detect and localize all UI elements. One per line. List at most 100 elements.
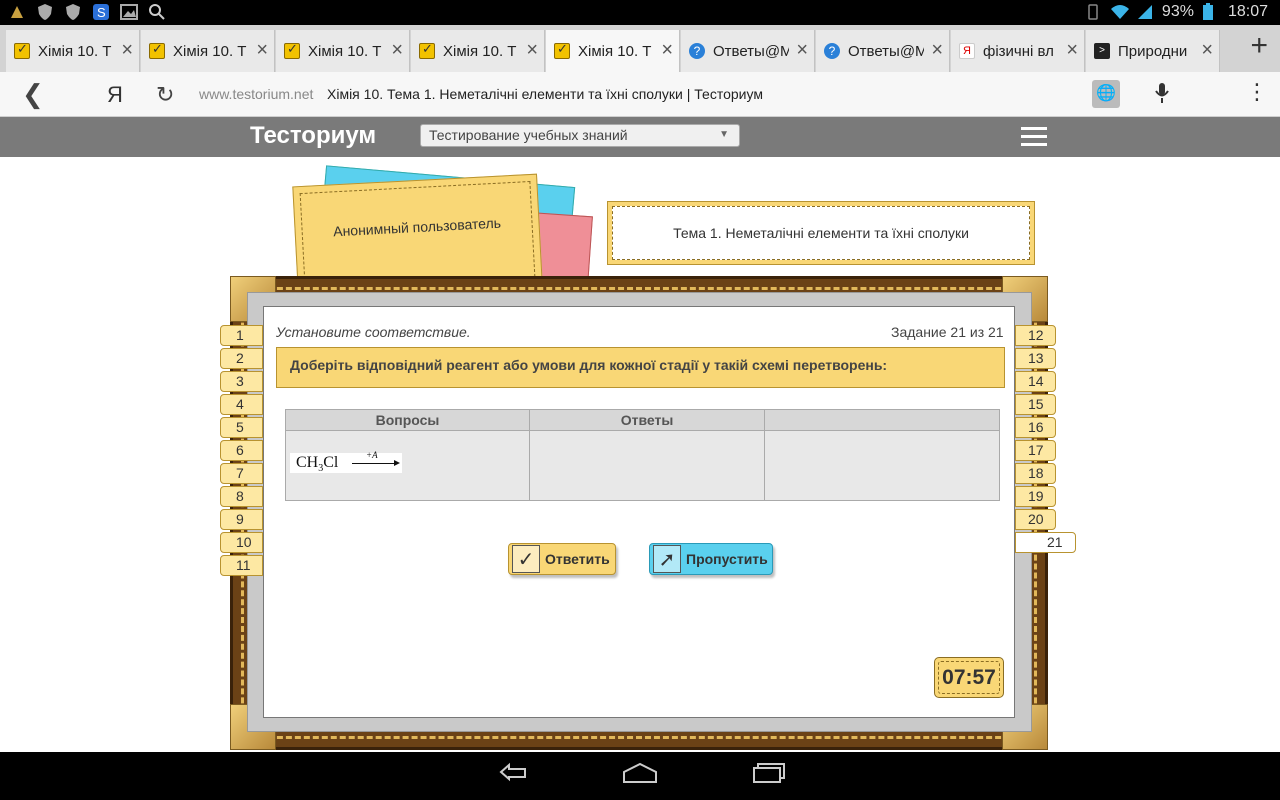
- tab-title: фізичні вл: [983, 42, 1054, 60]
- shield-icon: [36, 3, 54, 21]
- answer-button[interactable]: ✓ Ответить: [508, 543, 616, 575]
- question-number-tab[interactable]: 4: [220, 394, 263, 415]
- question-number-tab[interactable]: 2: [220, 348, 263, 369]
- skip-button[interactable]: ➚ Пропустить: [649, 543, 773, 575]
- close-tab-icon[interactable]: ×: [931, 40, 943, 60]
- close-tab-icon[interactable]: ×: [121, 40, 133, 60]
- matching-table: Вопросы Ответы CH3Cl +A: [285, 409, 1000, 501]
- status-bar: S 93% 18:07: [0, 0, 1280, 25]
- question-number-tab[interactable]: 17: [1015, 440, 1056, 461]
- tab-title: Хімія 10. Т: [173, 42, 247, 60]
- back-nav-icon[interactable]: [495, 762, 529, 788]
- android-nav-bar: [0, 752, 1280, 800]
- browser-tab[interactable]: Хімія 10. Т ×: [276, 30, 410, 72]
- answer-drop-cell[interactable]: [530, 431, 765, 500]
- formula-tail: Cl: [323, 454, 339, 471]
- question-cell: CH3Cl +A: [286, 431, 530, 500]
- tab-title: Хімія 10. Т: [443, 42, 517, 60]
- formula-image: CH3Cl +A: [290, 450, 402, 474]
- site-section-select[interactable]: Тестирование учебных знаний ▼: [420, 124, 740, 147]
- reload-icon[interactable]: ↻: [156, 82, 174, 108]
- header-empty: [765, 410, 999, 431]
- tab-title: Хімія 10. Т: [578, 42, 652, 60]
- browser-tab[interactable]: Яфізичні вл ×: [951, 30, 1085, 72]
- close-tab-icon[interactable]: ×: [661, 40, 673, 60]
- check-icon: [554, 41, 570, 59]
- yandex-button[interactable]: Я: [107, 82, 123, 108]
- recents-nav-icon[interactable]: [752, 762, 786, 790]
- answer-label: Ответить: [545, 551, 610, 567]
- current-question-tab[interactable]: 21: [1015, 532, 1076, 553]
- question-text: Доберіть відповідний реагент або умови д…: [276, 347, 1005, 388]
- hamburger-menu-icon[interactable]: [1021, 127, 1047, 147]
- dropdown-arrow-icon: ▼: [719, 129, 729, 140]
- question-number-tab[interactable]: 10: [220, 532, 263, 553]
- question-number-tab[interactable]: 19: [1015, 486, 1056, 507]
- question-icon: ?: [689, 43, 705, 59]
- checkmark-icon: ✓: [512, 545, 540, 573]
- instruction: Установите соответствие.: [276, 324, 471, 340]
- timer-value: 07:57: [938, 661, 1000, 694]
- question-number-tab[interactable]: 15: [1015, 394, 1056, 415]
- browser-tab[interactable]: Хімія 10. Т ×: [6, 30, 140, 72]
- terminal-icon: >: [1094, 43, 1110, 59]
- question-number-tab[interactable]: 8: [220, 486, 263, 507]
- reaction-arrow-icon: [352, 460, 400, 466]
- question-number-tab[interactable]: 3: [220, 371, 263, 392]
- topic-box: Тема 1. Неметалічні елементи та їхні спо…: [607, 201, 1035, 265]
- browser-tab[interactable]: ? Ответы@М ×: [681, 30, 815, 72]
- question-icon: ?: [824, 43, 840, 59]
- header-questions: Вопросы: [286, 410, 530, 431]
- close-tab-icon[interactable]: ×: [796, 40, 808, 60]
- close-tab-icon[interactable]: ×: [391, 40, 403, 60]
- browser-tab[interactable]: > Природни ×: [1086, 30, 1220, 72]
- question-number-tab[interactable]: 12: [1015, 325, 1056, 346]
- svg-text:S: S: [97, 5, 106, 20]
- home-nav-icon[interactable]: [622, 762, 658, 790]
- sync-icon: S: [92, 3, 110, 21]
- question-number-tab[interactable]: 5: [220, 417, 263, 438]
- menu-icon[interactable]: ⋮: [1246, 80, 1268, 104]
- tab-title: Хімія 10. Т: [308, 42, 382, 60]
- close-tab-icon[interactable]: ×: [256, 40, 268, 60]
- question-number-tab[interactable]: 6: [220, 440, 263, 461]
- browser-tab[interactable]: Хімія 10. Т ×: [546, 30, 680, 72]
- topic-title: Тема 1. Неметалічні елементи та їхні спо…: [612, 206, 1030, 260]
- browser-tab[interactable]: Хімія 10. Т ×: [141, 30, 275, 72]
- back-icon[interactable]: ❮: [22, 81, 44, 107]
- translate-icon[interactable]: 🌐: [1092, 80, 1120, 108]
- question-number-tab[interactable]: 1: [220, 325, 263, 346]
- yandex-icon: Я: [959, 43, 975, 59]
- close-tab-icon[interactable]: ×: [1201, 40, 1213, 60]
- tab-title: Природни: [1118, 42, 1188, 60]
- browser-tab[interactable]: ? Ответы@М ×: [816, 30, 950, 72]
- browser-tab[interactable]: Хімія 10. Т ×: [411, 30, 545, 72]
- site-logo[interactable]: Тесториум: [250, 122, 376, 150]
- tab-title: Хімія 10. Т: [38, 42, 112, 60]
- question-number-tab[interactable]: 14: [1015, 371, 1056, 392]
- question-number-tab[interactable]: 11: [220, 555, 263, 576]
- battery-icon: [1202, 3, 1220, 21]
- skip-label: Пропустить: [686, 551, 768, 567]
- question-number-tab[interactable]: 20: [1015, 509, 1056, 530]
- browser-toolbar: ❮ Я ↻ www.testorium.net Хімія 10. Тема 1…: [0, 72, 1280, 117]
- search-icon: [148, 3, 166, 21]
- url-domain: www.testorium.net: [199, 86, 314, 102]
- check-icon: [149, 41, 165, 59]
- check-icon: [284, 41, 300, 59]
- close-tab-icon[interactable]: ×: [526, 40, 538, 60]
- tab-title: Ответы@М: [848, 42, 924, 60]
- question-number-tab[interactable]: 9: [220, 509, 263, 530]
- microphone-icon[interactable]: [1155, 82, 1169, 110]
- answer-option-cell[interactable]: [765, 431, 999, 500]
- question-number-tab[interactable]: 13: [1015, 348, 1056, 369]
- question-number-tab[interactable]: 16: [1015, 417, 1056, 438]
- question-number-tab[interactable]: 18: [1015, 463, 1056, 484]
- question-number-tab[interactable]: 7: [220, 463, 263, 484]
- new-tab-button[interactable]: +: [1250, 31, 1268, 61]
- skip-arrow-icon: ➚: [653, 545, 681, 573]
- close-tab-icon[interactable]: ×: [1066, 40, 1078, 60]
- address-bar[interactable]: www.testorium.net Хімія 10. Тема 1. Неме…: [186, 78, 1126, 111]
- check-icon: [419, 41, 435, 59]
- wifi-icon: [1110, 3, 1129, 21]
